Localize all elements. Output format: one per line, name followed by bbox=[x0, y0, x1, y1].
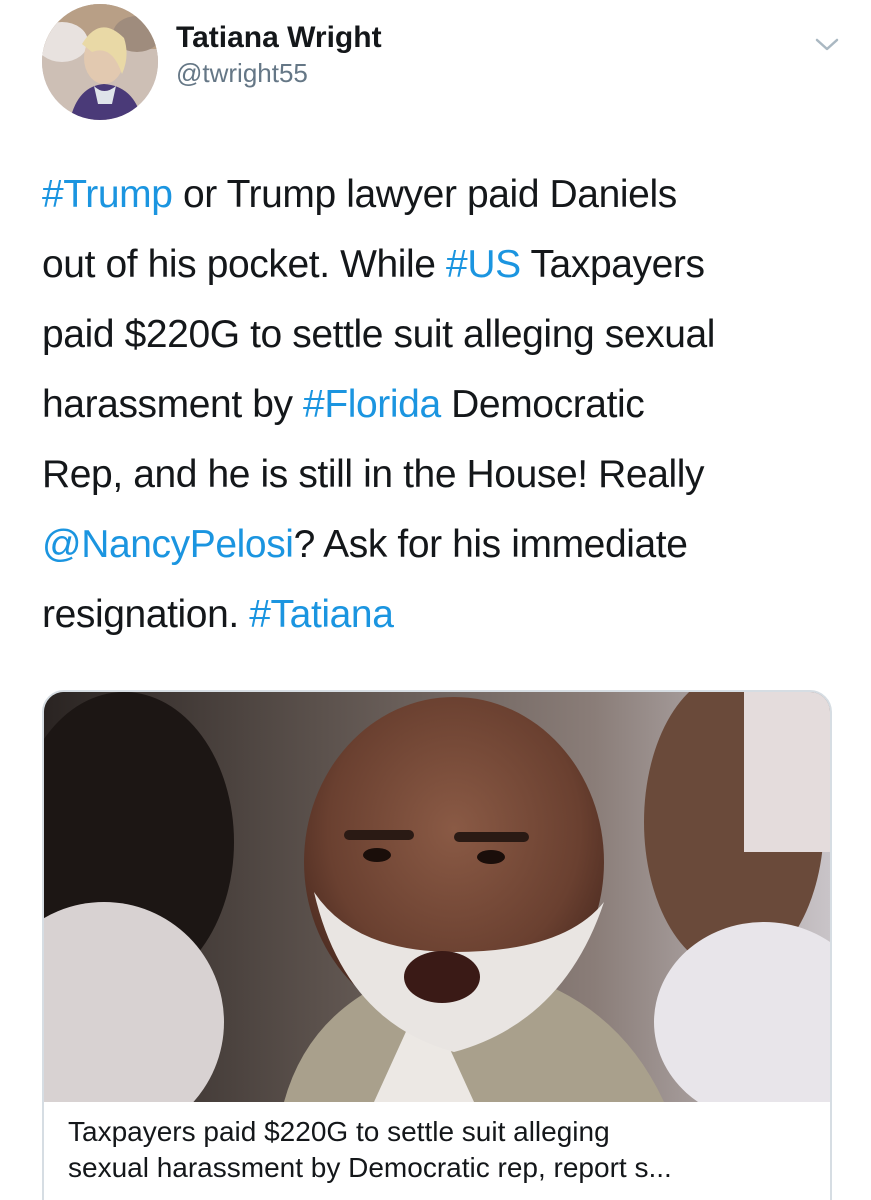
display-name[interactable]: Tatiana Wright bbox=[176, 20, 382, 56]
avatar[interactable] bbox=[42, 4, 158, 120]
tweet-text-line: resignation. #Tatiana bbox=[42, 580, 842, 650]
tweet-text-segment: out of his pocket. While bbox=[42, 243, 447, 286]
news-photo bbox=[44, 692, 830, 1102]
tweet-text-line: harassment by #Florida Democratic bbox=[42, 370, 842, 440]
tweet-text-segment: or Trump lawyer paid Daniels bbox=[172, 173, 677, 216]
tweet-text-segment: Democratic bbox=[440, 383, 645, 426]
tweet-header: Tatiana Wright @twright55 bbox=[42, 4, 842, 122]
tweet-text-segment: paid $220G to settle suit alleging sexua… bbox=[42, 313, 716, 356]
hashtag-link[interactable]: #Trump bbox=[42, 173, 173, 216]
tweet-text-segment: resignation. bbox=[42, 593, 250, 636]
tweet-text-segment: ? Ask for his immediate bbox=[293, 523, 688, 566]
tweet-text-line: @NancyPelosi? Ask for his immediate bbox=[42, 510, 842, 580]
card-image[interactable] bbox=[44, 692, 830, 1102]
link-card[interactable]: Taxpayers paid $220G to settle suit alle… bbox=[42, 690, 832, 1200]
tweet-text-line: Rep, and he is still in the House! Reall… bbox=[42, 440, 842, 510]
tweet-text-segment: Rep, and he is still in the House! Reall… bbox=[42, 453, 705, 496]
user-name-block[interactable]: Tatiana Wright @twright55 bbox=[176, 20, 382, 90]
tweet: Tatiana Wright @twright55 #Trump or Trum… bbox=[0, 0, 871, 1200]
hashtag-link[interactable]: #Florida bbox=[303, 383, 441, 426]
card-title-line: sexual harassment by Democratic rep, rep… bbox=[68, 1152, 672, 1183]
tweet-text: #Trump or Trump lawyer paid Daniels out o… bbox=[42, 160, 842, 650]
card-title-line: Taxpayers paid $220G to settle suit alle… bbox=[68, 1116, 610, 1147]
tweet-text-line: out of his pocket. While #US Taxpayers bbox=[42, 230, 842, 300]
user-handle[interactable]: @twright55 bbox=[176, 56, 382, 90]
tweet-text-line: paid $220G to settle suit alleging sexua… bbox=[42, 300, 842, 370]
mention-link[interactable]: @NancyPelosi bbox=[42, 523, 294, 566]
hashtag-link[interactable]: #US bbox=[446, 243, 521, 286]
tweet-text-line: #Trump or Trump lawyer paid Daniels bbox=[42, 160, 842, 230]
tweet-text-segment: Taxpayers bbox=[520, 243, 705, 286]
hashtag-link[interactable]: #Tatiana bbox=[249, 593, 394, 636]
tweet-text-segment: harassment by bbox=[42, 383, 304, 426]
card-title[interactable]: Taxpayers paid $220G to settle suit alle… bbox=[68, 1114, 808, 1186]
chevron-down-icon[interactable] bbox=[812, 32, 842, 56]
profile-photo bbox=[42, 4, 158, 120]
